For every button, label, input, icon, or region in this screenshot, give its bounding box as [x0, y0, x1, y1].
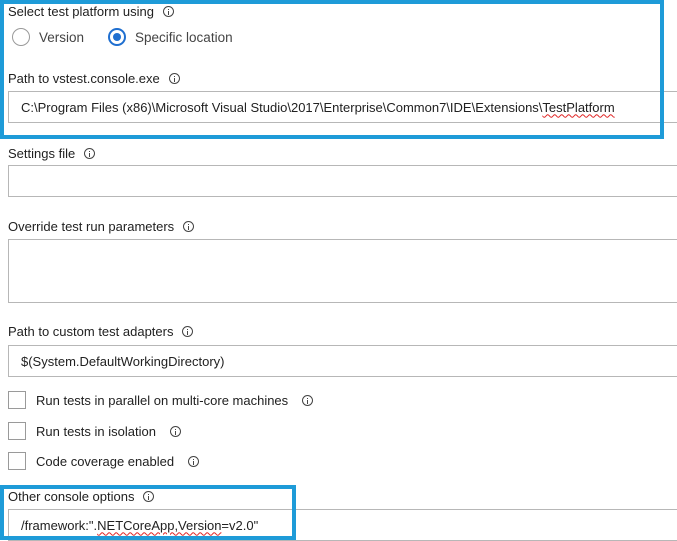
- platform-label: Select test platform using: [8, 3, 174, 19]
- info-icon[interactable]: [84, 147, 96, 159]
- radio-specific-location[interactable]: [108, 28, 127, 46]
- radio-specific-location-label[interactable]: Specific location: [135, 30, 233, 45]
- vstest-path-value-prefix: C:\Program Files (x86)\Microsoft Visual …: [21, 99, 543, 115]
- override-params-textarea[interactable]: [8, 239, 677, 303]
- custom-adapters-label: Path to custom test adapters: [8, 323, 194, 339]
- custom-adapters-input[interactable]: $(System.DefaultWorkingDirectory): [8, 345, 677, 377]
- info-icon[interactable]: [169, 425, 181, 437]
- info-icon[interactable]: [143, 490, 155, 502]
- override-params-label: Override test run parameters: [8, 218, 195, 234]
- settings-file-label: Settings file: [8, 145, 96, 161]
- custom-adapters-value: $(System.DefaultWorkingDirectory): [21, 353, 225, 369]
- checkbox-label[interactable]: Run tests in isolation: [36, 424, 156, 439]
- checkbox-box[interactable]: [8, 452, 26, 470]
- checkbox-box[interactable]: [8, 391, 26, 409]
- settings-file-input[interactable]: [8, 165, 677, 197]
- console-options-label: Other console options: [8, 488, 155, 504]
- info-icon[interactable]: [183, 220, 195, 232]
- console-options-value-squiggle: NETCoreApp,Version: [97, 517, 222, 533]
- console-options-value-suffix: =v2.0": [221, 517, 259, 533]
- console-options-value-prefix: /framework:".: [21, 517, 98, 533]
- vstest-path-value-tail: TestPlatform: [542, 99, 615, 115]
- vstest-path-label-text: Path to vstest.console.exe: [8, 70, 160, 86]
- console-options-input[interactable]: /framework:". NETCoreApp,Version =v2.0": [8, 509, 677, 541]
- checkbox-run-isolation[interactable]: Run tests in isolation: [8, 422, 181, 440]
- checkbox-label[interactable]: Code coverage enabled: [36, 454, 174, 469]
- info-icon[interactable]: [182, 325, 194, 337]
- settings-file-label-text: Settings file: [8, 145, 76, 161]
- platform-radio-group: Version Specific location: [12, 28, 257, 46]
- info-icon[interactable]: [168, 72, 180, 84]
- custom-adapters-label-text: Path to custom test adapters: [8, 323, 174, 339]
- info-icon[interactable]: [162, 5, 174, 17]
- info-icon[interactable]: [188, 455, 200, 467]
- platform-label-text: Select test platform using: [8, 3, 154, 19]
- checkbox-box[interactable]: [8, 422, 26, 440]
- radio-version-label[interactable]: Version: [39, 30, 84, 45]
- info-icon[interactable]: [302, 394, 314, 406]
- override-params-label-text: Override test run parameters: [8, 218, 175, 234]
- checkbox-label[interactable]: Run tests in parallel on multi-core mach…: [36, 393, 288, 408]
- radio-version[interactable]: [12, 28, 30, 46]
- vstest-path-input[interactable]: C:\Program Files (x86)\Microsoft Visual …: [8, 91, 677, 123]
- checkbox-run-parallel[interactable]: Run tests in parallel on multi-core mach…: [8, 391, 314, 409]
- checkbox-code-coverage[interactable]: Code coverage enabled: [8, 452, 200, 470]
- vstest-path-label: Path to vstest.console.exe: [8, 70, 180, 86]
- console-options-label-text: Other console options: [8, 488, 135, 504]
